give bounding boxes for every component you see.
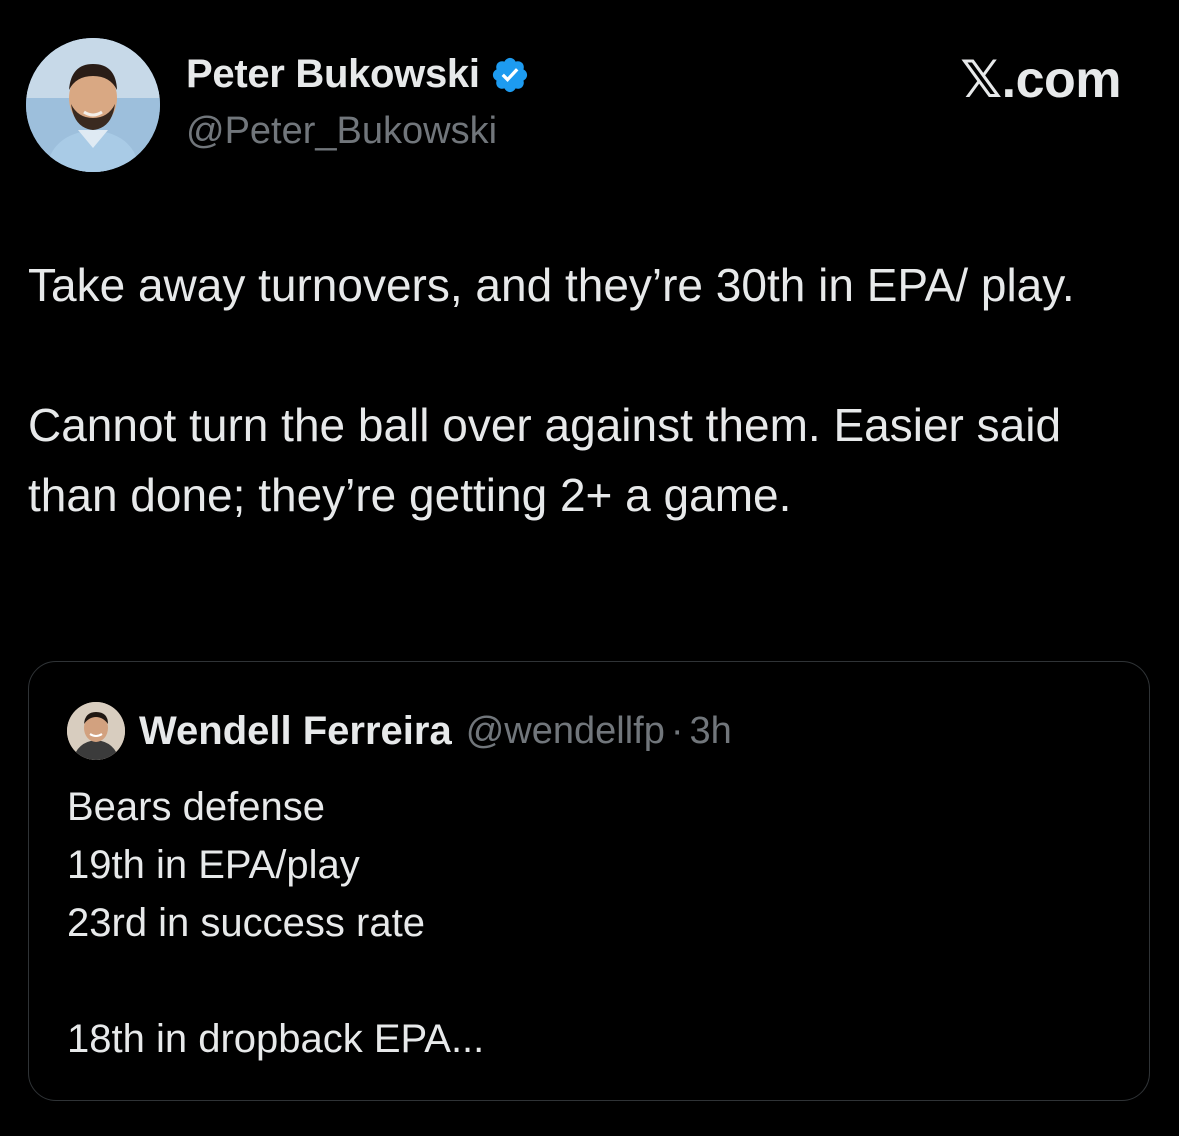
quoted-line: 18th in dropback EPA... (67, 1017, 485, 1061)
tweet-paragraph: Take away turnovers, and they’re 30th in… (28, 259, 1075, 311)
verified-badge-icon (492, 57, 527, 92)
x-com-logo: 𝕏.com (960, 51, 1121, 109)
quoted-line: 23rd in success rate (67, 901, 425, 945)
quoted-avatar-image (67, 702, 125, 760)
quoted-author-avatar[interactable] (67, 702, 125, 760)
quoted-tweet-header: Wendell Ferreira @wendellfp · 3h (67, 702, 732, 760)
avatar-image (26, 38, 160, 172)
author-name-row[interactable]: Peter Bukowski (186, 52, 530, 97)
quoted-line: 19th in EPA/play (67, 843, 360, 887)
quoted-tweet-text: Bears defense 19th in EPA/play 23rd in s… (67, 778, 484, 1068)
separator-dot: · (670, 709, 684, 752)
tweet-text: Take away turnovers, and they’re 30th in… (28, 250, 1138, 530)
quoted-tweet-card[interactable]: Wendell Ferreira @wendellfp · 3h Bears d… (28, 661, 1150, 1101)
quoted-line: Bears defense (67, 785, 325, 829)
quoted-author-name[interactable]: Wendell Ferreira (139, 709, 452, 754)
quoted-line-blank (67, 952, 484, 1010)
author-display-name[interactable]: Peter Bukowski (186, 52, 480, 97)
quoted-tweet-time[interactable]: 3h (690, 710, 732, 753)
quoted-author-handle[interactable]: @wendellfp (466, 710, 665, 753)
author-handle[interactable]: @Peter_Bukowski (186, 110, 497, 153)
author-avatar[interactable] (26, 38, 160, 172)
tweet-paragraph: Cannot turn the ball over against them. … (28, 399, 1062, 521)
